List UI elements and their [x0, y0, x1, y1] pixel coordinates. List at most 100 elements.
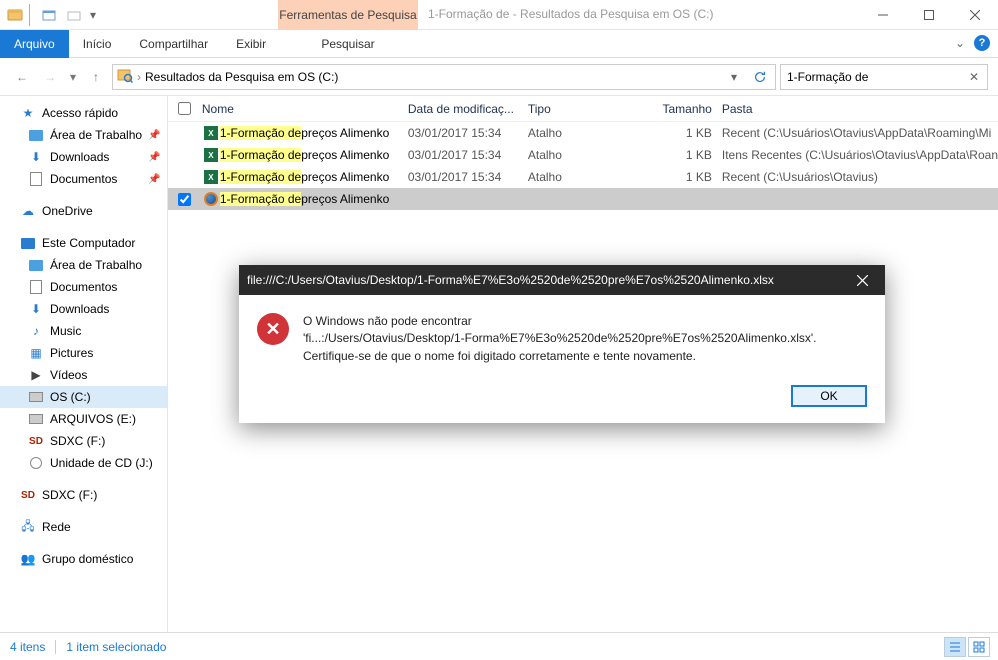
nav-downloads[interactable]: ⬇Downloads📌 [0, 146, 167, 168]
nav-this-pc[interactable]: Este Computador [0, 232, 167, 254]
search-clear-icon[interactable]: ✕ [967, 70, 981, 84]
status-separator [55, 640, 56, 654]
dialog-message: O Windows não pode encontrar 'fi...:/Use… [303, 313, 817, 365]
dialog-titlebar[interactable]: file:///C:/Users/Otavius/Desktop/1-Forma… [239, 265, 885, 295]
dialog-ok-button[interactable]: OK [791, 385, 867, 407]
document-icon [28, 279, 44, 295]
nav-pc-downloads[interactable]: ⬇Downloads [0, 298, 167, 320]
nav-drive-e[interactable]: ARQUIVOS (E:) [0, 408, 167, 430]
nav-pc-desktop[interactable]: Área de Trabalho [0, 254, 167, 276]
minimize-button[interactable] [860, 0, 906, 30]
status-bar: 4 itens 1 item selecionado [0, 632, 998, 660]
file-folder: Recent (C:\Usuários\Otavius\AppData\Roam… [722, 126, 998, 140]
music-icon: ♪ [28, 323, 44, 339]
column-name[interactable]: Nome [202, 102, 408, 116]
dialog-close-button[interactable] [847, 265, 877, 295]
file-row[interactable]: X1-Formação de preços Alimenko03/01/2017… [168, 166, 998, 188]
nav-pc-music[interactable]: ♪Music [0, 320, 167, 342]
column-folder[interactable]: Pasta [722, 102, 998, 116]
error-dialog: file:///C:/Users/Otavius/Desktop/1-Forma… [239, 265, 885, 423]
row-checkbox[interactable] [178, 193, 191, 206]
file-row[interactable]: X1-Formação de preços Alimenko03/01/2017… [168, 122, 998, 144]
close-button[interactable] [952, 0, 998, 30]
refresh-icon[interactable] [749, 66, 771, 88]
sd-icon: SD [28, 433, 44, 449]
ribbon-context-tab-search[interactable]: Ferramentas de Pesquisa [278, 0, 418, 30]
nav-network[interactable]: 🖧Rede [0, 516, 167, 538]
nav-pc-videos[interactable]: ▶Vídeos [0, 364, 167, 386]
nav-drive-c[interactable]: OS (C:) [0, 386, 167, 408]
file-folder: Itens Recentes (C:\Usuários\Otavius\AppD… [722, 148, 998, 162]
homegroup-icon: 👥 [20, 551, 36, 567]
address-bar[interactable]: › Resultados da Pesquisa em OS (C:) ▾ [112, 64, 776, 90]
computer-icon [20, 235, 36, 251]
column-type[interactable]: Tipo [528, 102, 636, 116]
nav-up-button[interactable]: ↑ [84, 65, 108, 89]
file-row[interactable]: X1-Formação de preços Alimenko03/01/2017… [168, 144, 998, 166]
pin-icon: 📌 [148, 174, 160, 185]
explorer-icon [4, 4, 26, 26]
sd-icon: SD [20, 487, 36, 503]
file-folder: Recent (C:\Usuários\Otavius) [722, 170, 998, 184]
ribbon-expand-icon[interactable]: ⌄ [954, 37, 966, 49]
qat-newfolder-icon[interactable] [63, 4, 85, 26]
file-name: 1-Formação de preços Alimenko [220, 148, 408, 162]
file-name: 1-Formação de preços Alimenko [220, 192, 408, 206]
column-date[interactable]: Data de modificaç... [408, 102, 528, 116]
file-row[interactable]: 1-Formação de preços Alimenko [168, 188, 998, 210]
nav-cd-drive[interactable]: Unidade de CD (J:) [0, 452, 167, 474]
drive-icon [28, 411, 44, 427]
title-bar: ▾ Ferramentas de Pesquisa 1-Formação de … [0, 0, 998, 30]
file-date: 03/01/2017 15:34 [408, 170, 528, 184]
dialog-title-text: file:///C:/Users/Otavius/Desktop/1-Forma… [247, 273, 847, 287]
ribbon-tab-search[interactable]: Pesquisar [278, 30, 418, 58]
select-all-checkbox[interactable] [178, 102, 191, 115]
desktop-icon [28, 127, 44, 143]
error-icon: ✕ [257, 313, 289, 345]
cloud-icon: ☁ [20, 203, 36, 219]
nav-quick-access[interactable]: ★Acesso rápido [0, 102, 167, 124]
ribbon-tab-view[interactable]: Exibir [222, 30, 280, 58]
address-chevron-icon[interactable]: › [137, 70, 141, 84]
nav-homegroup[interactable]: 👥Grupo doméstico [0, 548, 167, 570]
search-input[interactable] [787, 70, 967, 84]
nav-sdxc[interactable]: SDSDXC (F:) [0, 484, 167, 506]
firefox-icon [202, 191, 220, 207]
ribbon-tab-share[interactable]: Compartilhar [125, 30, 222, 58]
nav-back-button[interactable]: ← [10, 65, 34, 89]
address-dropdown-icon[interactable]: ▾ [723, 66, 745, 88]
navigation-pane[interactable]: ★Acesso rápido Área de Trabalho📌 ⬇Downlo… [0, 96, 168, 632]
qat-separator [29, 4, 35, 26]
column-headers[interactable]: Nome Data de modificaç... Tipo Tamanho P… [168, 96, 998, 122]
file-type: Atalho [528, 148, 636, 162]
nav-pc-pictures[interactable]: ▦Pictures [0, 342, 167, 364]
excel-icon: X [202, 169, 220, 185]
search-box[interactable]: ✕ [780, 64, 988, 90]
nav-pc-documents[interactable]: Documentos [0, 276, 167, 298]
excel-icon: X [202, 125, 220, 141]
file-size: 1 KB [636, 126, 722, 140]
document-icon [28, 171, 44, 187]
pin-icon: 📌 [148, 152, 160, 163]
nav-drive-f[interactable]: SDSDXC (F:) [0, 430, 167, 452]
qat-customize-dropdown[interactable]: ▾ [88, 4, 98, 26]
drive-icon [28, 389, 44, 405]
maximize-button[interactable] [906, 0, 952, 30]
view-details-button[interactable] [944, 637, 966, 657]
ribbon-tab-home[interactable]: Início [69, 30, 126, 58]
nav-recent-dropdown[interactable]: ▾ [66, 65, 80, 89]
ribbon-file-tab[interactable]: Arquivo [0, 30, 69, 58]
nav-onedrive[interactable]: ☁OneDrive [0, 200, 167, 222]
help-icon[interactable]: ? [974, 35, 990, 51]
nav-documents[interactable]: Documentos📌 [0, 168, 167, 190]
address-text[interactable]: Resultados da Pesquisa em OS (C:) [145, 70, 719, 84]
download-icon: ⬇ [28, 301, 44, 317]
excel-icon: X [202, 147, 220, 163]
view-icons-button[interactable] [968, 637, 990, 657]
nav-forward-button[interactable]: → [38, 65, 62, 89]
network-icon: 🖧 [20, 519, 36, 535]
nav-desktop[interactable]: Área de Trabalho📌 [0, 124, 167, 146]
status-selection-count: 1 item selecionado [66, 640, 166, 654]
column-size[interactable]: Tamanho [636, 102, 722, 116]
qat-properties-icon[interactable] [38, 4, 60, 26]
